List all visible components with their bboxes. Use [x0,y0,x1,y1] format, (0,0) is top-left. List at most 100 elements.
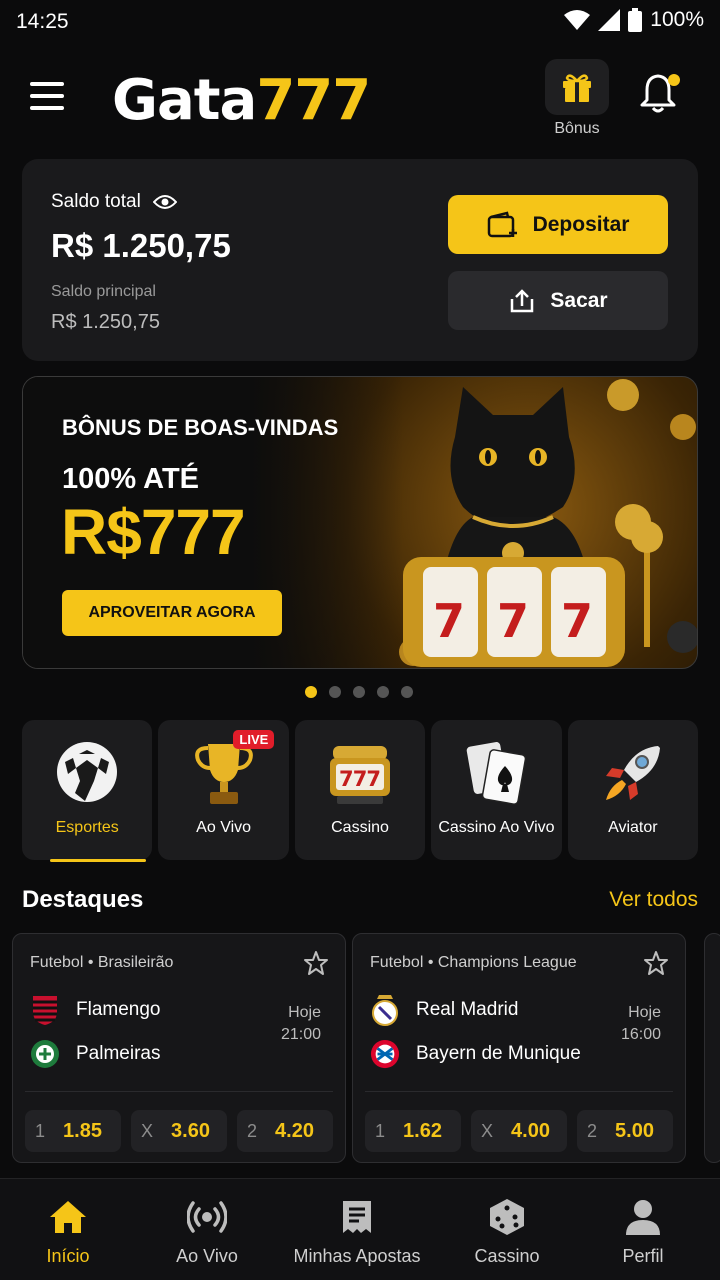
category-sports-label: Esportes [55,819,119,836]
carousel-dot[interactable] [305,686,317,698]
carousel-dot[interactable] [353,686,365,698]
dice-icon [490,1199,524,1235]
odd-value: 1.62 [403,1119,442,1142]
star-icon[interactable] [643,950,669,976]
rocket-icon [605,746,660,800]
nav-casino[interactable]: Cassino [436,1179,578,1280]
match-card-peek[interactable] [704,933,720,1163]
soccer-ball-icon [57,742,118,802]
odd-home-button[interactable]: 1 1.85 [25,1110,121,1152]
odd-key: X [481,1120,494,1141]
odd-value: 5.00 [615,1119,654,1142]
away-team: Bayern de Munique [370,1038,581,1070]
main-balance-amount: R$ 1.250,75 [51,311,160,333]
deposit-label: Depositar [532,212,630,236]
odd-draw-button[interactable]: X 4.00 [471,1110,567,1152]
category-casino-label: Cassino [331,819,389,836]
odd-value: 4.20 [275,1119,314,1142]
nav-profile-label: Perfil [622,1246,664,1266]
category-live[interactable]: LIVE Ao Vivo [158,720,289,860]
carousel-dot[interactable] [329,686,341,698]
nav-profile[interactable]: Perfil [578,1179,708,1280]
balance-card: Saldo total R$ 1.250,75 Saldo principal … [22,159,698,361]
eye-icon[interactable] [152,194,177,210]
signal-icon [598,9,621,31]
section-title: Destaques [22,886,144,913]
balance-title: Saldo total [51,191,177,213]
nav-home-label: Início [46,1246,90,1266]
match-time: 21:00 [280,1026,321,1043]
app-header: Gata777 Bônus [0,56,720,146]
hamburger-line [30,94,64,98]
carousel-dot[interactable] [401,686,413,698]
bayern-crest-icon [370,1039,400,1069]
banner-cta-button[interactable]: APROVEITAR AGORA [62,590,282,636]
nav-live-label: Ao Vivo [176,1246,238,1266]
notification-dot [668,74,680,86]
match-league: Futebol • Brasileirão [30,954,174,971]
category-tiles: Esportes LIVE Ao Vivo 777 Cassino Cassin… [22,720,699,862]
nav-my-bets[interactable]: Minhas Apostas [278,1179,436,1280]
status-time: 14:25 [16,10,69,33]
status-icons: 100% [564,8,704,32]
app-logo[interactable]: Gata777 [112,68,371,133]
match-day: Hoje [628,1004,661,1021]
balance-amount: R$ 1.250,75 [51,227,231,264]
live-badge: LIVE [233,730,275,749]
odd-key: X [141,1120,154,1141]
carousel-dot[interactable] [377,686,389,698]
odd-draw-button[interactable]: X 3.60 [131,1110,227,1152]
see-all-link[interactable]: Ver todos [609,888,698,912]
broadcast-icon [187,1201,227,1233]
odds-row: 1 1.85 X 3.60 2 4.20 [25,1110,333,1152]
home-team-name: Real Madrid [416,999,519,1020]
odd-home-button[interactable]: 1 1.62 [365,1110,461,1152]
nav-live[interactable]: Ao Vivo [136,1179,278,1280]
notifications-button[interactable] [638,72,682,116]
nav-home[interactable]: Início [0,1179,136,1280]
match-date: Hoje 16:00 [621,1002,661,1046]
divider [365,1091,673,1092]
category-casino[interactable]: 777 Cassino [294,720,426,860]
home-icon [50,1201,86,1233]
odd-key: 1 [35,1120,46,1141]
star-icon[interactable] [303,950,329,976]
home-team: Flamengo [30,994,161,1026]
hamburger-icon [30,82,64,86]
promo-banner[interactable]: 777 BÔNUS DE BOAS-VINDAS 100% ATÉ R$777 … [22,376,698,669]
category-sports[interactable]: Esportes [22,720,153,862]
odd-away-button[interactable]: 2 5.00 [577,1110,673,1152]
odd-value: 1.85 [63,1119,102,1142]
category-live-label: Ao Vivo [196,819,252,836]
bonus-button[interactable] [545,59,609,115]
main-balance-label: Saldo principal [51,283,156,300]
banner-offer-amount: R$777 [61,496,246,568]
real-madrid-crest-icon [372,995,398,1026]
category-live-casino-label: Cassino Ao Vivo [438,819,555,836]
category-live-casino[interactable]: Cassino Ao Vivo [431,720,562,860]
status-bar: 14:25 100% [0,0,720,44]
odd-away-button[interactable]: 2 4.20 [237,1110,333,1152]
match-day: Hoje [288,1004,321,1021]
withdraw-button[interactable]: Sacar [448,271,668,330]
slot-machine-icon: 777 [330,746,391,804]
receipt-icon [343,1201,371,1233]
battery-level: 100% [650,8,704,31]
withdraw-label: Sacar [550,288,608,312]
category-aviator[interactable]: Aviator [567,720,699,860]
menu-button[interactable] [30,82,70,112]
upload-box-icon [511,288,534,312]
deposit-button[interactable]: Depositar [448,195,668,254]
palmeiras-crest-icon [31,1040,59,1068]
wifi-icon [564,10,591,30]
battery-icon [628,8,643,32]
away-team-name: Bayern de Munique [416,1043,581,1064]
odd-key: 2 [247,1120,258,1141]
nav-casino-label: Cassino [474,1246,540,1266]
match-card[interactable]: Futebol • Brasileirão Flamengo Palmeiras… [12,933,346,1163]
divider [25,1091,333,1092]
category-aviator-label: Aviator [608,819,658,836]
match-card[interactable]: Futebol • Champions League Real Madrid B… [352,933,686,1163]
match-league: Futebol • Champions League [370,954,577,971]
match-date: Hoje 21:00 [281,1002,321,1046]
